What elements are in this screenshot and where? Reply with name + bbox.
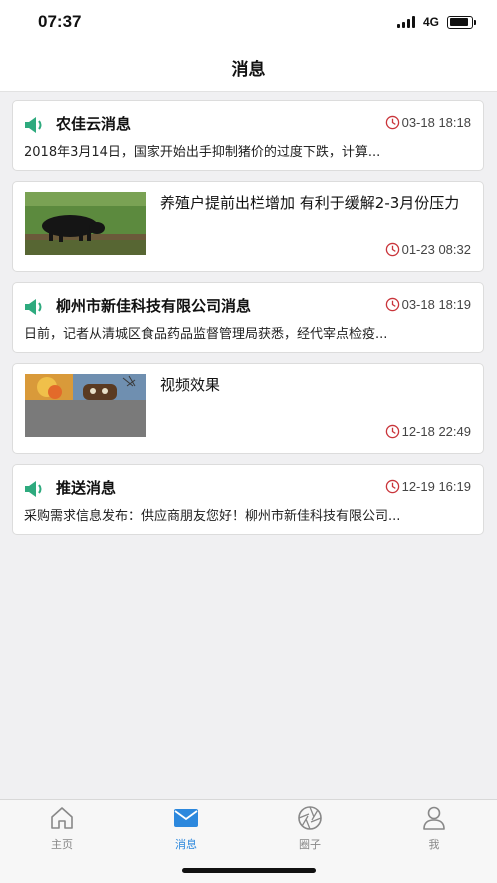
message-time: 03-18 18:18 [385,115,471,130]
status-bar: 07:37 4G [0,0,497,44]
message-title: 养殖户提前出栏增加 有利于缓解2-3月份压力 [160,194,460,212]
video-thumbnail-image [25,374,146,437]
clock-icon [385,479,399,494]
tab-me[interactable]: 我 [394,804,474,854]
message-time-text: 03-18 18:18 [401,115,471,130]
page-title: 消息 [231,60,266,80]
tab-messages[interactable]: 消息 [146,804,226,854]
message-time-text: 12-18 22:49 [401,424,471,439]
battery-icon [447,15,476,29]
battery-level [449,18,469,26]
message-card[interactable]: 视频效果 12-18 22:49 [12,363,484,454]
message-time: 12-19 16:19 [385,479,471,494]
navigation-bar: 消息 [0,44,497,92]
speaker-icon [25,481,42,497]
message-summary: 日前，记者从清城区食品药品监督管理局获悉，经代宰点检疫... [24,327,388,342]
tab-home[interactable]: 主页 [22,804,102,854]
message-title: 推送消息 [56,479,117,497]
clock-icon [385,424,399,439]
message-time: 01-23 08:32 [385,242,471,257]
speaker-icon [25,117,42,133]
message-card[interactable]: 柳州市新佳科技有限公司消息 03-18 18:19 日前，记者从清城区食品药品监… [12,282,484,353]
message-title: 柳州市新佳科技有限公司消息 [56,297,252,315]
message-time-text: 01-23 08:32 [401,242,471,257]
message-time-text: 03-18 18:19 [401,297,471,312]
clock-icon [385,242,399,257]
tab-me-label: 我 [428,838,440,851]
status-time: 07:37 [38,12,82,31]
tab-home-label: 主页 [51,838,73,851]
aperture-icon [298,806,322,830]
message-summary: 2018年3月14日，国家开始出手抑制猪价的过度下跌，计算... [24,145,381,160]
speaker-icon [25,299,42,315]
message-title: 农佳云消息 [56,115,132,133]
signal-icon [396,16,417,28]
message-list: 农佳云消息 03-18 18:18 2018年3月14日，国家开始出手抑制猪价的… [12,100,484,545]
message-card[interactable]: 养殖户提前出栏增加 有利于缓解2-3月份压力 01-23 08:32 [12,181,484,272]
tab-messages-label: 消息 [175,838,197,851]
clock-icon [385,297,399,312]
home-indicator [182,868,316,873]
clock-icon [385,115,399,130]
mail-icon [174,809,198,827]
status-indicators: 4G [396,14,476,30]
message-time: 12-18 22:49 [385,424,471,439]
tab-circle[interactable]: 圈子 [270,804,350,854]
pig-thumbnail-image [25,192,146,255]
message-summary: 采购需求信息发布：供应商朋友您好！柳州市新佳科技有限公司... [24,509,401,524]
message-time-text: 12-19 16:19 [401,479,471,494]
message-card[interactable]: 推送消息 12-19 16:19 采购需求信息发布：供应商朋友您好！柳州市新佳科… [12,464,484,535]
message-title: 视频效果 [160,376,221,394]
message-card[interactable]: 农佳云消息 03-18 18:18 2018年3月14日，国家开始出手抑制猪价的… [12,100,484,171]
person-icon [423,806,445,830]
message-time: 03-18 18:19 [385,297,471,312]
network-type: 4G [422,15,439,29]
tab-circle-label: 圈子 [299,838,321,851]
home-icon [51,807,73,829]
